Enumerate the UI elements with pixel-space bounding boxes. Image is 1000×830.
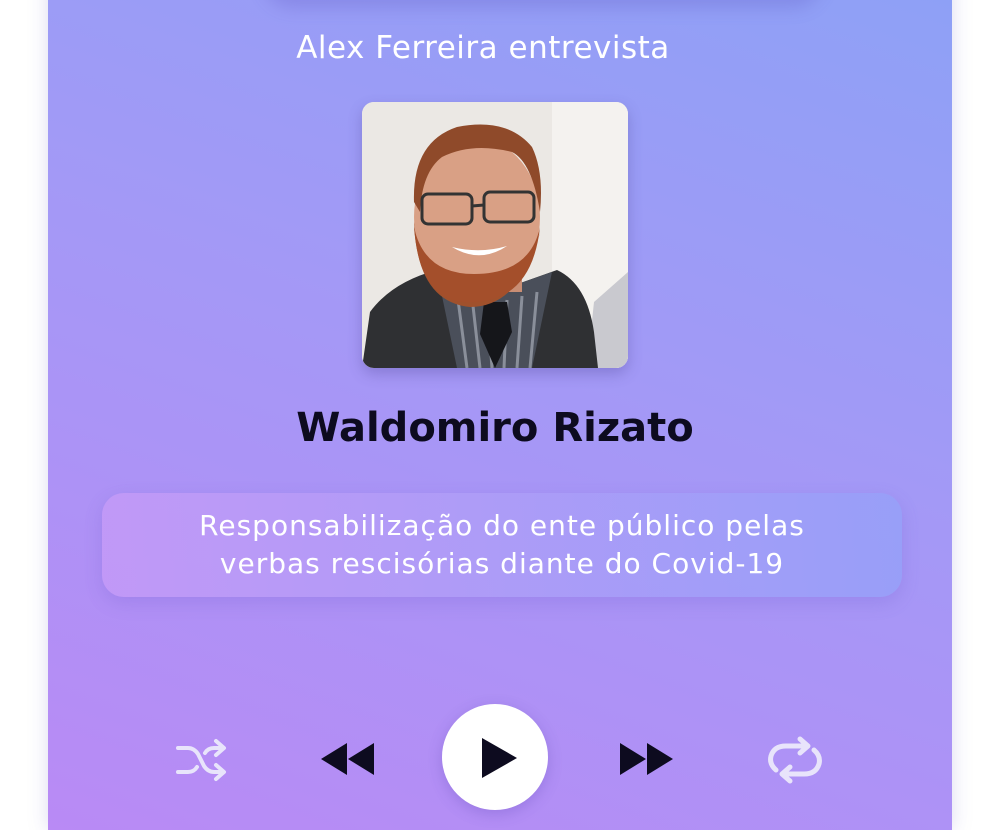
host-label: Alex Ferreira entrevista — [296, 30, 670, 66]
play-icon — [482, 738, 517, 778]
topic-panel: Responsabilização do ente público pelas … — [102, 493, 902, 597]
episode-topic: Responsabilização do ente público pelas … — [199, 509, 805, 580]
guest-portrait-image — [362, 102, 628, 368]
guest-photo — [362, 102, 628, 368]
rewind-icon[interactable] — [318, 740, 376, 778]
repeat-icon[interactable] — [766, 736, 824, 784]
fast-forward-icon[interactable] — [618, 740, 676, 778]
play-button[interactable] — [442, 704, 548, 810]
shuffle-icon[interactable] — [174, 738, 228, 782]
guest-name: Waldomiro Rizato — [296, 405, 694, 451]
